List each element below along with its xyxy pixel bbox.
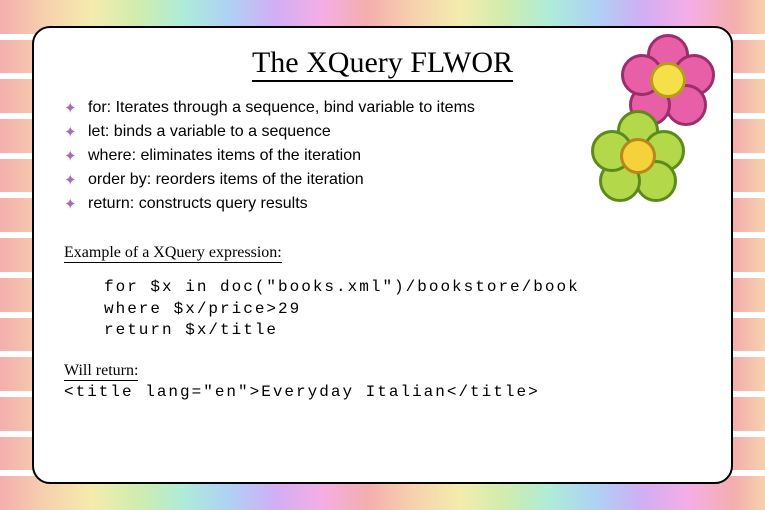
bullet-text: order by: reorders items of the iteratio… [88, 171, 364, 188]
bullet-text: where: eliminates items of the iteration [88, 147, 361, 164]
bullet-star-icon: ✦ [64, 98, 77, 121]
list-item: ✦ let: binds a variable to a sequence [64, 120, 701, 144]
list-item: ✦ for: Iterates through a sequence, bind … [64, 96, 701, 120]
result-heading: Will return: [64, 362, 138, 381]
bullet-text: return: constructs query results [88, 195, 308, 212]
list-item: ✦ where: eliminates items of the iteratio… [64, 144, 701, 168]
bullet-list: ✦ for: Iterates through a sequence, bind … [64, 96, 701, 216]
bullet-star-icon: ✦ [64, 194, 77, 217]
bullet-text: let: binds a variable to a sequence [88, 123, 331, 140]
code-result: <title lang="en">Everyday Italian</title… [64, 383, 701, 401]
list-item: ✦ return: constructs query results [64, 192, 701, 216]
content-card: The XQuery FLWOR ✦ for: Iterates through … [32, 26, 733, 484]
bullet-star-icon: ✦ [64, 170, 77, 193]
bullet-star-icon: ✦ [64, 122, 77, 145]
bullet-star-icon: ✦ [64, 146, 77, 169]
example-heading: Example of a XQuery expression: [64, 244, 282, 263]
slide-title: The XQuery FLWOR [252, 46, 513, 82]
list-item: ✦ order by: reorders items of the iterati… [64, 168, 701, 192]
code-example: for $x in doc("books.xml")/bookstore/boo… [104, 277, 701, 342]
bullet-text: for: Iterates through a sequence, bind v… [88, 99, 475, 116]
